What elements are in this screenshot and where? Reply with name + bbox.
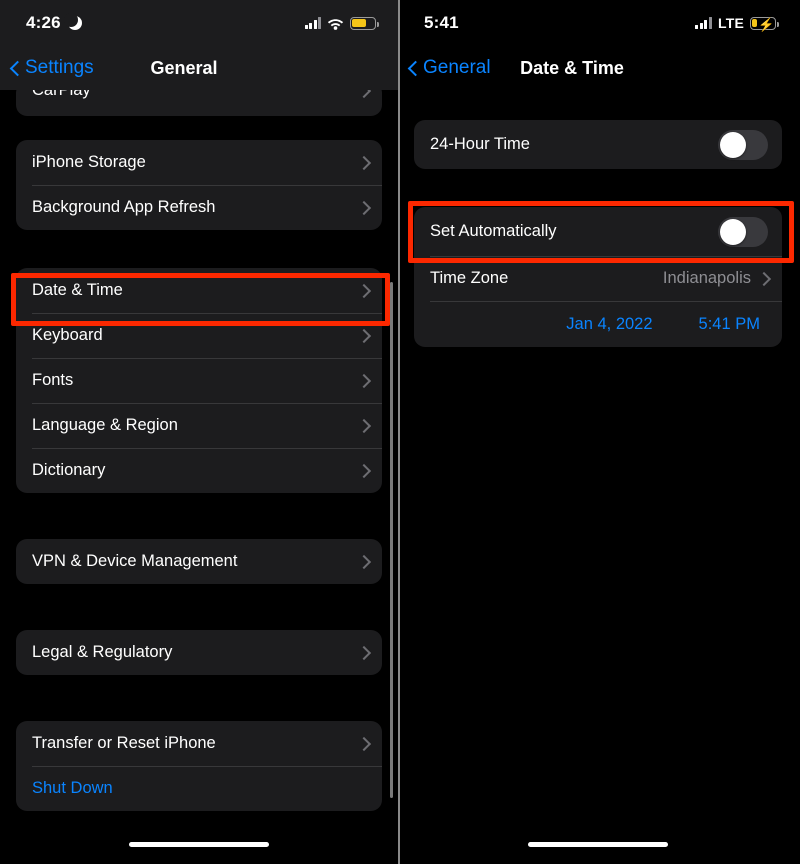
list-item-fonts[interactable]: Fonts bbox=[16, 358, 382, 403]
list-item-24-hour-time[interactable]: 24-Hour Time bbox=[414, 120, 782, 169]
list-item-label: Fonts bbox=[32, 371, 74, 389]
settings-group-24-hour: 24-Hour Time bbox=[414, 120, 782, 169]
list-item-label: iPhone Storage bbox=[32, 153, 146, 171]
chevron-right-icon bbox=[359, 200, 368, 215]
list-item-label: 24-Hour Time bbox=[430, 135, 530, 153]
nav-bar-left: Settings General bbox=[0, 46, 398, 90]
chevron-right-icon bbox=[359, 645, 368, 660]
cellular-signal-icon bbox=[304, 17, 321, 29]
home-indicator bbox=[528, 842, 668, 847]
toggle-set-automatically[interactable] bbox=[718, 216, 768, 247]
settings-list-left: iPhone Storage Background App Refresh Da… bbox=[0, 140, 398, 864]
chevron-right-icon bbox=[359, 373, 368, 388]
moon-icon bbox=[63, 13, 82, 30]
list-item-iphone-storage[interactable]: iPhone Storage bbox=[16, 140, 382, 185]
back-button-settings[interactable]: Settings bbox=[0, 57, 94, 79]
status-bar-left: 4:26 bbox=[0, 0, 398, 46]
status-bar-left-cluster: 4:26 bbox=[26, 13, 82, 33]
status-bar-time: 5:41 bbox=[424, 13, 459, 32]
list-item-label: Dictionary bbox=[32, 461, 106, 479]
nav-bar-right: General Date & Time bbox=[398, 46, 798, 90]
chevron-left-icon bbox=[10, 59, 21, 78]
chevron-right-icon bbox=[359, 155, 368, 170]
chevron-right-icon bbox=[359, 463, 368, 478]
list-item-label: Shut Down bbox=[32, 779, 113, 797]
home-indicator bbox=[129, 842, 269, 847]
status-bar-time: 4:26 bbox=[26, 13, 61, 32]
time-zone-value: Indianapolis bbox=[662, 269, 751, 287]
date-time-picker-row[interactable]: Jan 4, 2022 5:41 PM bbox=[414, 301, 782, 347]
status-bar-right: 5:41 LTE ⚡ bbox=[398, 0, 798, 46]
settings-group-storage: iPhone Storage Background App Refresh bbox=[16, 140, 382, 230]
back-button-label: General bbox=[423, 57, 491, 78]
battery-charging-icon: ⚡ bbox=[750, 16, 779, 32]
chevron-right-icon bbox=[359, 328, 368, 343]
settings-group-reset: Transfer or Reset iPhone Shut Down bbox=[16, 721, 382, 811]
list-item-label: Keyboard bbox=[32, 326, 103, 344]
back-button-label: Settings bbox=[25, 57, 94, 78]
list-item-shut-down[interactable]: Shut Down bbox=[16, 766, 382, 811]
list-item-set-automatically[interactable]: Set Automatically bbox=[414, 207, 782, 256]
battery-low-power-icon bbox=[350, 16, 379, 30]
toggle-knob bbox=[720, 131, 746, 158]
list-item-background-app-refresh[interactable]: Background App Refresh bbox=[16, 185, 382, 230]
left-phone-screen: 4:26 Settings General CarPlay iPhone Sto… bbox=[0, 0, 398, 864]
date-time-settings-list: 24-Hour Time Set Automatically Time Zone… bbox=[398, 120, 798, 864]
list-item-date-and-time[interactable]: Date & Time bbox=[16, 268, 382, 313]
list-item-label: Transfer or Reset iPhone bbox=[32, 734, 216, 752]
scrollbar-left[interactable] bbox=[390, 282, 393, 798]
chevron-right-icon bbox=[359, 736, 368, 751]
settings-group-localization: Date & Time Keyboard Fonts Language & Re… bbox=[16, 268, 382, 493]
chevron-left-icon bbox=[408, 59, 419, 78]
chevron-right-icon bbox=[359, 283, 368, 298]
list-item-language-and-region[interactable]: Language & Region bbox=[16, 403, 382, 448]
settings-group-vpn: VPN & Device Management bbox=[16, 539, 382, 584]
status-bar-right-cluster bbox=[304, 16, 379, 30]
list-item-label: Time Zone bbox=[430, 269, 509, 287]
toggle-knob bbox=[720, 218, 746, 245]
cellular-signal-icon bbox=[695, 17, 712, 29]
settings-group-legal: Legal & Regulatory bbox=[16, 630, 382, 675]
list-item-label: Set Automatically bbox=[430, 222, 557, 240]
wifi-icon bbox=[327, 17, 344, 30]
list-item-vpn-device-management[interactable]: VPN & Device Management bbox=[16, 539, 382, 584]
panel-divider bbox=[398, 0, 400, 864]
settings-group-set-automatically: Set Automatically Time Zone Indianapolis… bbox=[414, 207, 782, 347]
right-phone-screen: 5:41 LTE ⚡ General Date & Time 24-Hour T… bbox=[398, 0, 798, 864]
list-item-label: Date & Time bbox=[32, 281, 123, 299]
back-button-general[interactable]: General bbox=[398, 57, 491, 79]
chevron-right-icon bbox=[759, 271, 768, 286]
list-item-keyboard[interactable]: Keyboard bbox=[16, 313, 382, 358]
list-item-label: Legal & Regulatory bbox=[32, 643, 173, 661]
list-item-label: VPN & Device Management bbox=[32, 552, 238, 570]
time-value[interactable]: 5:41 PM bbox=[699, 315, 760, 334]
toggle-24-hour-time[interactable] bbox=[718, 129, 768, 160]
chevron-right-icon bbox=[359, 418, 368, 433]
status-bar-right-cluster: LTE ⚡ bbox=[695, 15, 779, 32]
list-item-legal-and-regulatory[interactable]: Legal & Regulatory bbox=[16, 630, 382, 675]
dual-phone-screenshot: 4:26 Settings General CarPlay iPhone Sto… bbox=[0, 0, 800, 864]
list-item-dictionary[interactable]: Dictionary bbox=[16, 448, 382, 493]
status-bar-left-cluster: 5:41 bbox=[424, 13, 459, 33]
network-type-label: LTE bbox=[717, 15, 744, 31]
list-item-time-zone[interactable]: Time Zone Indianapolis bbox=[414, 256, 782, 301]
list-item-label: Background App Refresh bbox=[32, 198, 216, 216]
list-item-transfer-or-reset-iphone[interactable]: Transfer or Reset iPhone bbox=[16, 721, 382, 766]
list-item-label: Language & Region bbox=[32, 416, 178, 434]
chevron-right-icon bbox=[359, 554, 368, 569]
date-value[interactable]: Jan 4, 2022 bbox=[566, 315, 652, 334]
